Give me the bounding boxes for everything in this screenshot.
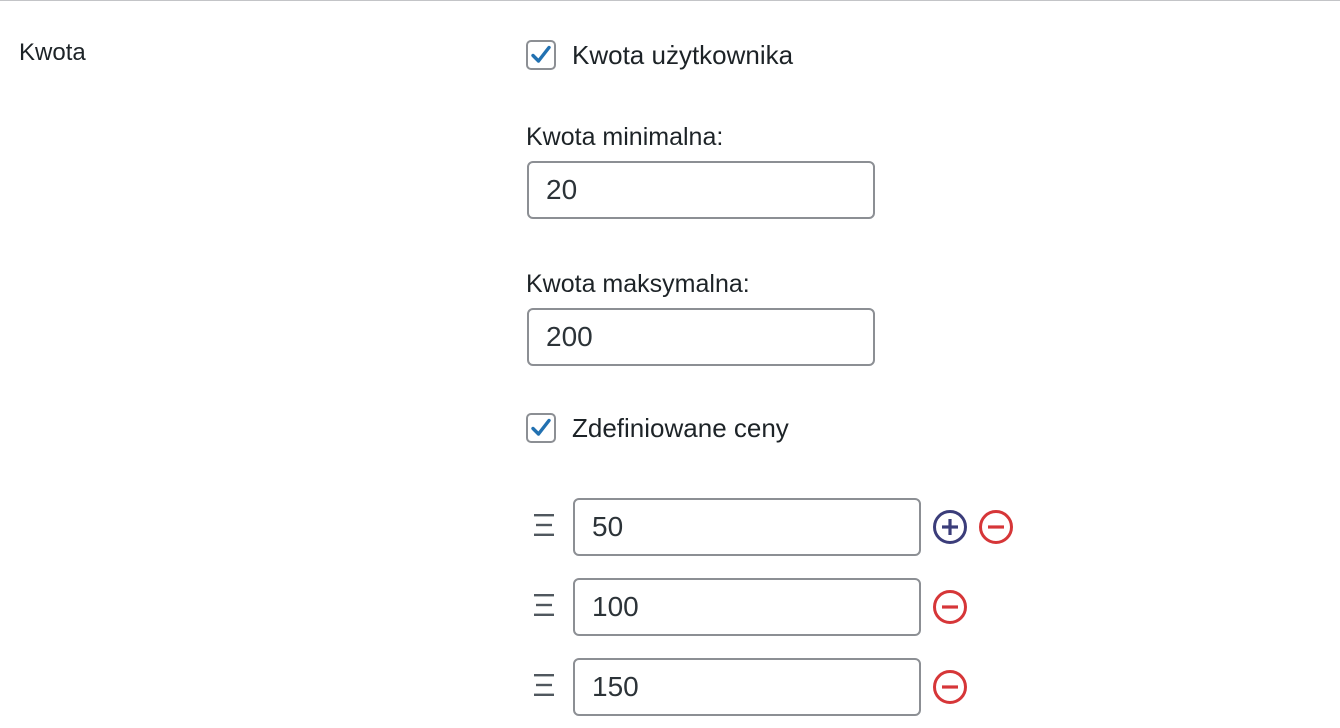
drag-handle-icon[interactable] xyxy=(532,673,556,697)
drag-handle-glyph xyxy=(534,674,554,696)
minus-circle-icon[interactable] xyxy=(932,589,968,625)
drag-handle-glyph xyxy=(534,514,554,536)
custom-amount-checkbox[interactable] xyxy=(526,40,556,70)
price-input-1[interactable] xyxy=(573,498,921,556)
custom-amount-label[interactable]: Kwota użytkownika xyxy=(572,40,793,71)
minus-circle-icon[interactable] xyxy=(932,669,968,705)
max-amount-label: Kwota maksymalna: xyxy=(526,270,750,298)
row-label-kwota: Kwota xyxy=(19,39,86,66)
defined-prices-option: Zdefiniowane ceny xyxy=(526,412,789,444)
minus-circle-icon[interactable] xyxy=(978,509,1014,545)
settings-page: Kwota Kwota użytkownika Kwota minimalna:… xyxy=(0,0,1340,728)
drag-handle-icon[interactable] xyxy=(532,513,556,537)
price-input-3[interactable] xyxy=(573,658,921,716)
defined-prices-label[interactable]: Zdefiniowane ceny xyxy=(572,413,789,444)
min-amount-input[interactable] xyxy=(527,161,875,219)
price-input-2[interactable] xyxy=(573,578,921,636)
drag-handle-icon[interactable] xyxy=(532,593,556,617)
kwota-field-column: Kwota użytkownika Kwota minimalna: Kwota… xyxy=(526,1,1326,728)
checkmark-icon xyxy=(531,418,551,436)
checkmark-icon xyxy=(531,45,551,63)
min-amount-label: Kwota minimalna: xyxy=(526,123,724,151)
defined-prices-checkbox[interactable] xyxy=(526,413,556,443)
plus-circle-icon[interactable] xyxy=(932,509,968,545)
custom-amount-option: Kwota użytkownika xyxy=(526,39,793,71)
drag-handle-glyph xyxy=(534,594,554,616)
max-amount-input[interactable] xyxy=(527,308,875,366)
